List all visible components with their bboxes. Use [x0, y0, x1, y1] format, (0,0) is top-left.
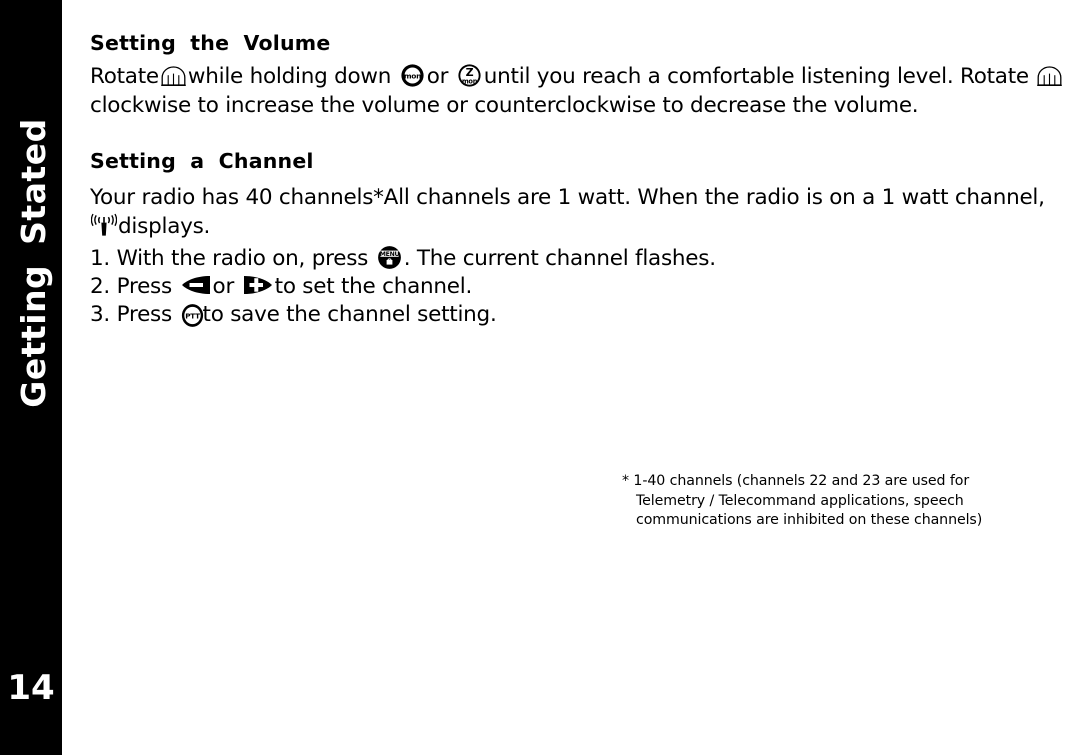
- paragraph-setting-a-channel: Your radio has 40 channels*All channels …: [90, 183, 1050, 241]
- step-3-text-before: Press: [116, 302, 173, 327]
- plus-key-icon: [243, 274, 273, 296]
- step-item-3: 3. Press PTT to save the channel setting…: [90, 301, 990, 329]
- channel-steps-list: 1. With the radio on, press MENU . The c…: [90, 245, 990, 329]
- volume-text-part-3: or: [426, 64, 449, 89]
- svg-text:mon: mon: [462, 77, 478, 85]
- page-number: 14: [7, 668, 55, 708]
- volume-text-part-1: Rotate: [90, 64, 159, 89]
- heading-setting-the-volume: Setting the Volume: [90, 31, 331, 55]
- svg-text:mon: mon: [404, 71, 421, 80]
- volume-text-part-4: until you reach a comfortable listening …: [483, 64, 1029, 89]
- step-2-number: 2.: [90, 274, 111, 299]
- mon-button-icon: mon: [400, 63, 425, 88]
- volume-knob-icon: [160, 66, 187, 86]
- svg-text:MENU: MENU: [379, 250, 399, 257]
- footnote-text: * 1-40 channels (channels 22 and 23 are …: [622, 472, 1042, 531]
- volume-text-part-5: clockwise to increase the volume or coun…: [90, 93, 919, 118]
- radio-transmit-icon: [91, 213, 117, 237]
- z-mon-button-icon: Z mon: [457, 63, 482, 88]
- step-item-2: 2. Press or to set the channel.: [90, 273, 990, 301]
- step-1-text-before: With the radio on, press: [116, 246, 369, 271]
- paragraph-setting-the-volume: Rotate while holding down mon or Z mon u…: [90, 62, 1080, 120]
- step-2-text-middle: or: [212, 274, 235, 299]
- channel-text-part-2: displays.: [118, 214, 211, 239]
- volume-knob-icon-2: [1036, 66, 1063, 86]
- step-1-text-after: . The current channel flashes.: [403, 246, 716, 271]
- footnote-body-text: 1-40 channels (channels 22 and 23 are us…: [633, 473, 983, 528]
- step-2-text-after: to set the channel.: [274, 274, 473, 299]
- step-item-1: 1. With the radio on, press MENU . The c…: [90, 245, 990, 273]
- minus-key-icon: [181, 274, 211, 296]
- step-2-text-before: Press: [116, 274, 173, 299]
- manual-page: Getting Stated 14 Setting the Volume Rot…: [0, 0, 1080, 755]
- step-3-number: 3.: [90, 302, 111, 327]
- svg-text:PTT: PTT: [185, 311, 200, 320]
- heading-setting-a-channel: Setting a Channel: [90, 149, 314, 173]
- step-1-number: 1.: [90, 246, 111, 271]
- chapter-tab-label: Getting Stated: [13, 118, 53, 408]
- step-3-text-after: to save the channel setting.: [202, 302, 497, 327]
- sidebar-divider: [62, 0, 68, 755]
- volume-text-part-2: while holding down: [187, 64, 392, 89]
- ptt-button-icon: PTT: [180, 303, 203, 327]
- footnote: * 1-40 channels (channels 22 and 23 are …: [622, 472, 1042, 531]
- menu-button-icon: MENU: [377, 245, 402, 270]
- chapter-sidebar: Getting Stated 14: [0, 0, 62, 755]
- channel-text-part-1: Your radio has 40 channels*All channels …: [90, 185, 1045, 210]
- page-content: Setting the Volume Rotate while holding …: [90, 0, 1080, 755]
- footnote-marker: *: [622, 473, 629, 489]
